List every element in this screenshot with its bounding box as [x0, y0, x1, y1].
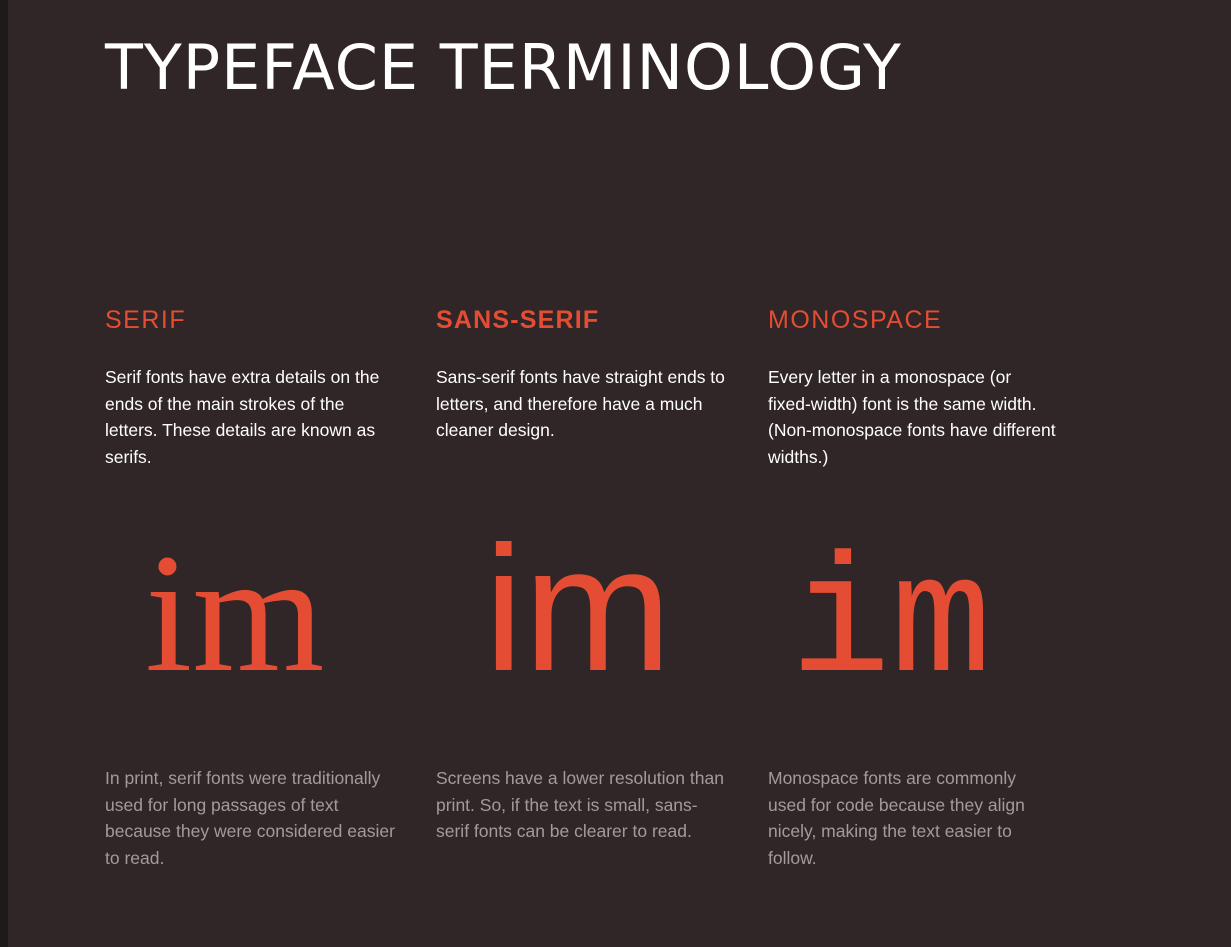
serif-sample: im [105, 520, 405, 695]
sans-serif-description: Sans-serif fonts have straight ends to l… [436, 367, 725, 441]
monospace-note: Monospace fonts are commonly used for co… [768, 768, 1025, 869]
serif-description: Serif fonts have extra details on the en… [105, 367, 380, 468]
monospace-sample-graphic: im [790, 531, 992, 695]
sans-serif-sample-text: im [484, 520, 672, 695]
monospace-sample-text: im [790, 531, 992, 695]
serif-heading: SERIF [105, 306, 187, 334]
serif-sample-text: im [145, 520, 324, 695]
monospace-heading: MONOSPACE [768, 306, 943, 334]
sans-serif-note: Screens have a lower resolution than pri… [436, 768, 724, 842]
sans-serif-sample: im [436, 520, 736, 695]
serif-note: In print, serif fonts were traditionally… [105, 768, 395, 869]
monospace-column: MONOSPACE Every letter in a monospace (o… [768, 0, 1068, 947]
page: TYPEFACE TERMINOLOGY SERIF Serif fonts h… [8, 0, 1231, 947]
sans-serif-heading: SANS-SERIF [436, 306, 600, 334]
monospace-sample: im [768, 520, 1068, 695]
monospace-description: Every letter in a monospace (or fixed-wi… [768, 367, 1056, 468]
sans-serif-sample-graphic: im [484, 520, 672, 695]
sans-serif-column: SANS-SERIF Sans-serif fonts have straigh… [436, 0, 736, 947]
serif-sample-graphic: im [145, 520, 324, 695]
serif-column: SERIF Serif fonts have extra details on … [105, 0, 405, 947]
